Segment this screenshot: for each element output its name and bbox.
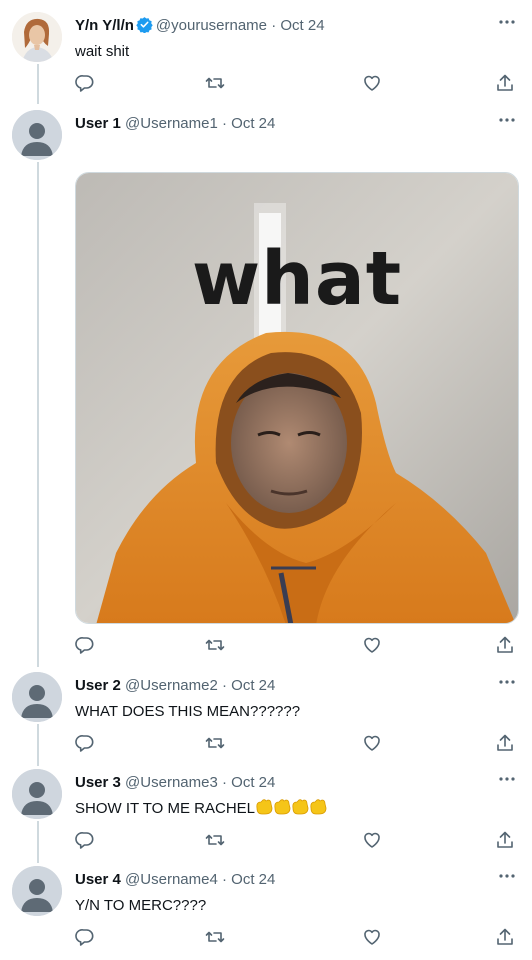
share-icon[interactable] [495,733,515,753]
share-icon[interactable] [495,635,515,655]
heart-icon[interactable] [362,733,382,753]
clapping-hands-emoji-icon [309,799,327,815]
timestamp[interactable]: Oct 24 [231,871,275,888]
tweet-text-container: SHOW IT TO ME RACHEL [75,799,327,819]
share-icon[interactable] [495,927,515,947]
separator: · [221,677,227,694]
tweet-actions [75,73,519,93]
tweet-text: Y/N TO MERC???? [75,897,207,914]
more-icon[interactable] [496,12,518,32]
handle[interactable]: @Username2 [125,677,218,694]
heart-icon[interactable] [362,830,382,850]
tweet-header: User 4 @Username4 · Oct 24 [75,870,275,890]
tweet-reply[interactable]: User 1 @Username1 · Oct 24 what [0,110,532,655]
display-name[interactable]: User 2 [75,677,121,694]
clapping-hands-emoji-icon [291,799,309,815]
retweet-icon[interactable] [205,733,225,753]
avatar[interactable] [12,672,62,722]
handle[interactable]: @yourusername [156,17,267,34]
separator: · [221,871,227,888]
reply-icon[interactable] [75,635,95,655]
retweet-icon[interactable] [205,927,225,947]
share-icon[interactable] [495,73,515,93]
display-name[interactable]: User 3 [75,774,121,791]
reply-icon[interactable] [75,927,95,947]
display-name[interactable]: Y/n Y/l/n [75,17,134,34]
tweet-header: User 2 @Username2 · Oct 24 [75,676,275,696]
more-icon[interactable] [496,769,518,789]
avatar[interactable] [12,866,62,916]
handle[interactable]: @Username3 [125,774,218,791]
more-icon[interactable] [496,672,518,692]
tweet-reply[interactable]: User 2 @Username2 · Oct 24 WHAT DOES THI… [0,672,532,757]
clapping-hands-emoji-icon [255,799,273,815]
avatar[interactable] [12,110,62,160]
tweet-media-image[interactable]: what [75,172,519,624]
tweet-header: User 3 @Username3 · Oct 24 [75,773,275,793]
timestamp[interactable]: Oct 24 [231,115,275,132]
display-name[interactable]: User 4 [75,871,121,888]
verified-badge-icon [136,16,153,34]
tweet-actions [75,927,519,947]
avatar[interactable] [12,769,62,819]
handle[interactable]: @Username1 [125,115,218,132]
separator: · [221,115,227,132]
tweet-text: SHOW IT TO ME RACHEL [75,800,256,817]
timestamp[interactable]: Oct 24 [231,677,275,694]
tweet-header: Y/n Y/l/n @yourusername · Oct 24 [75,16,325,36]
reply-icon[interactable] [75,830,95,850]
tweet-actions [75,733,519,753]
timestamp[interactable]: Oct 24 [231,774,275,791]
share-icon[interactable] [495,830,515,850]
handle[interactable]: @Username4 [125,871,218,888]
heart-icon[interactable] [362,927,382,947]
display-name[interactable]: User 1 [75,115,121,132]
tweet-header: User 1 @Username1 · Oct 24 [75,114,275,134]
heart-icon[interactable] [362,635,382,655]
tweet-text: wait shit [75,43,130,60]
retweet-icon[interactable] [205,73,225,93]
retweet-icon[interactable] [205,635,225,655]
tweet-actions [75,635,519,655]
separator: · [271,17,277,34]
more-icon[interactable] [496,110,518,130]
tweet-reply[interactable]: User 3 @Username3 · Oct 24 SHOW IT TO ME… [0,769,532,854]
clapping-hands-emoji-icon [273,799,291,815]
tweet-text: WHAT DOES THIS MEAN?????? [75,703,301,720]
heart-icon[interactable] [362,73,382,93]
meme-caption: what [191,236,403,322]
tweet-actions [75,830,519,850]
tweet-reply[interactable]: User 4 @Username4 · Oct 24 Y/N TO MERC??… [0,866,532,951]
timestamp[interactable]: Oct 24 [280,17,324,34]
more-icon[interactable] [496,866,518,886]
separator: · [221,774,227,791]
tweet-original[interactable]: Y/n Y/l/n @yourusername · Oct 24 wait shi… [0,12,532,102]
reply-icon[interactable] [75,73,95,93]
avatar[interactable] [12,12,62,62]
reply-icon[interactable] [75,733,95,753]
retweet-icon[interactable] [205,830,225,850]
